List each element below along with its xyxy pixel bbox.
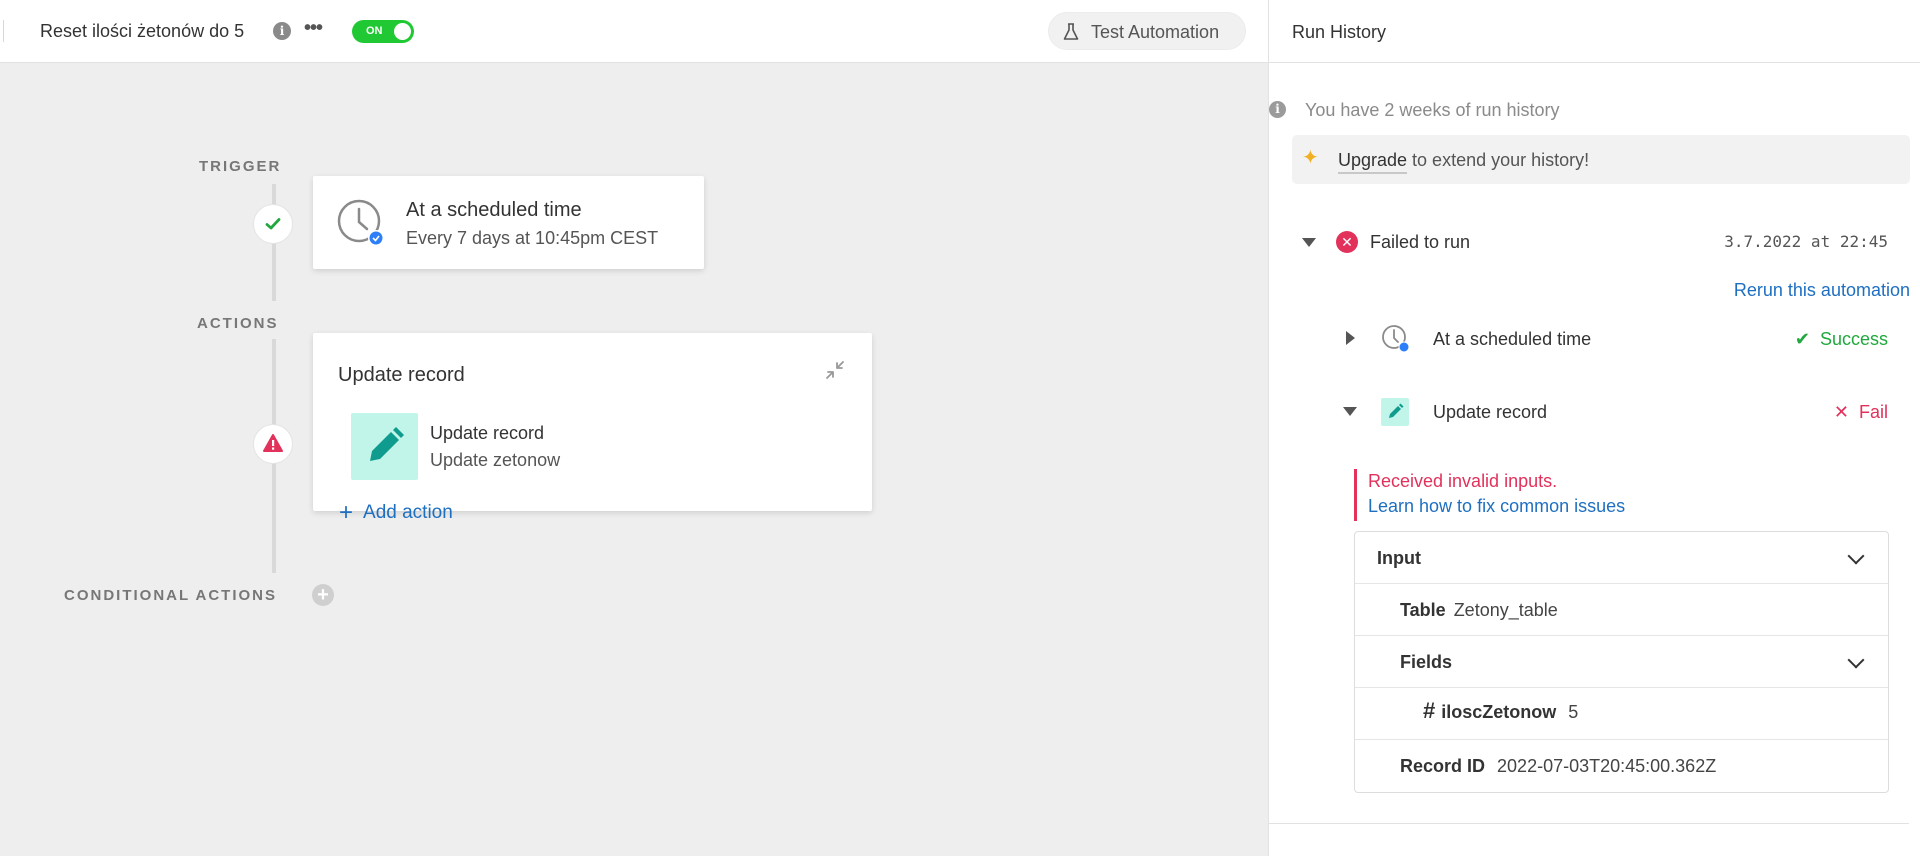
action-card-title: Update record [338, 364, 465, 386]
test-automation-label: Test Automation [1091, 22, 1220, 42]
warning-icon [263, 434, 283, 452]
record-id-row: Record ID 2022-07-03T20:45:00.362Z [1355, 740, 1888, 792]
sparkle-icon: ✦ [1302, 147, 1319, 169]
check-icon: ✔ [1794, 329, 1810, 349]
action-step-name: Update record [430, 423, 545, 443]
chevron-down-icon[interactable] [1847, 547, 1865, 565]
step-success-label: Success [1819, 329, 1888, 349]
collapse-icon[interactable] [824, 359, 846, 381]
header-divider [3, 20, 4, 42]
upgrade-rest-text: to extend your history! [1407, 150, 1590, 170]
actions-section-label: ACTIONS [197, 315, 279, 332]
pencil-icon [370, 427, 404, 461]
table-field: Table Zetony_table [1400, 599, 1558, 621]
number-hash-icon: # [1423, 698, 1436, 723]
update-record-small-tile [1381, 398, 1409, 426]
field-entry: # iloscZetonow 5 [1423, 700, 1578, 723]
upgrade-text: Upgrade to extend your history! [1338, 149, 1590, 174]
run-status[interactable]: Failed to run [1370, 231, 1470, 253]
toggle-label: ON [366, 25, 383, 37]
error-message: Received invalid inputs. [1368, 471, 1558, 491]
step-collapse-caret-icon[interactable] [1343, 407, 1357, 416]
field-value: 5 [1568, 702, 1579, 722]
action-warning-circle [253, 424, 293, 464]
run-history-title: Run History [1292, 22, 1387, 42]
automation-canvas: TRIGGER ACTIONS CONDITIONAL ACTIONS At a… [0, 63, 1268, 856]
input-header-row[interactable]: Input [1355, 532, 1888, 584]
field-value-row: # iloscZetonow 5 [1355, 688, 1888, 740]
action-card[interactable]: Update record Update record Update zeton… [313, 333, 872, 525]
fields-label: Fields [1400, 652, 1453, 672]
add-action-link[interactable]: + Add action [339, 501, 453, 525]
toggle-knob [394, 23, 411, 40]
add-action-label: Add action [363, 502, 453, 523]
run-history-header: Run History [1269, 0, 1920, 63]
trigger-status-circle [253, 204, 293, 244]
step-success-status: ✔ Success [1795, 328, 1888, 350]
plus-icon: + [339, 499, 354, 526]
history-note: i You have 2 weeks of run history [1269, 99, 1560, 121]
info-icon[interactable]: i [273, 22, 291, 40]
table-label: Table [1400, 600, 1446, 620]
table-row: Table Zetony_table [1355, 584, 1888, 636]
fields-header-row[interactable]: Fields [1355, 636, 1888, 688]
history-note-text: You have 2 weeks of run history [1305, 100, 1560, 120]
field-name: iloscZetonow [1441, 702, 1557, 722]
record-id-field: Record ID 2022-07-03T20:45:00.362Z [1400, 755, 1716, 777]
step-scheduled-label[interactable]: At a scheduled time [1433, 328, 1591, 350]
trigger-title: At a scheduled time [406, 199, 582, 221]
trigger-schedule: Every 7 days at 10:45pm CEST [406, 228, 659, 248]
pencil-icon [1389, 403, 1404, 418]
error-message-block: Received invalid inputs. Learn how to fi… [1354, 469, 1625, 521]
automation-header: Reset ilości żetonów do 5 i ••• ON Test … [0, 0, 1268, 63]
table-value: Zetony_table [1453, 600, 1558, 620]
panel-divider [1269, 823, 1909, 824]
upgrade-banner: ✦ Upgrade to extend your history! [1292, 135, 1910, 184]
clock-icon [1382, 325, 1410, 353]
record-id-value: 2022-07-03T20:45:00.362Z [1497, 756, 1717, 776]
trigger-card[interactable]: At a scheduled time Every 7 days at 10:4… [313, 176, 704, 269]
upgrade-link[interactable]: Upgrade [1338, 150, 1408, 174]
failed-x-icon: ✕ [1336, 231, 1358, 253]
update-record-tile[interactable] [351, 413, 418, 480]
automation-on-toggle[interactable]: ON [352, 20, 414, 43]
check-icon [265, 218, 281, 230]
clock-icon [337, 199, 384, 246]
input-details: Input Table Zetony_table Fields # iloscZet… [1354, 531, 1889, 793]
rerun-automation-link[interactable]: Rerun this automation [1734, 279, 1910, 301]
run-collapse-caret-icon[interactable] [1302, 238, 1316, 247]
fix-issues-link[interactable]: Learn how to fix common issues [1368, 493, 1625, 519]
step-fail-status: ✕ Fail [1834, 401, 1888, 423]
info-icon: i [1269, 101, 1286, 118]
run-history-panel: Run History i You have 2 weeks of run hi… [1268, 0, 1920, 856]
step-expand-caret-icon[interactable] [1346, 331, 1355, 345]
step-fail-label: Fail [1858, 402, 1888, 422]
automation-title[interactable]: Reset ilości żetonów do 5 [40, 20, 244, 42]
record-id-label: Record ID [1400, 756, 1486, 776]
flask-icon [1063, 23, 1079, 40]
more-options-icon[interactable]: ••• [304, 17, 323, 39]
run-timestamp: 3.7.2022 at 22:45 [1724, 232, 1888, 251]
action-step-subtitle: Update zetonow [430, 450, 561, 470]
step-update-label[interactable]: Update record [1433, 401, 1547, 423]
chevron-down-icon[interactable] [1847, 651, 1865, 669]
conditional-actions-label: CONDITIONAL ACTIONS [64, 587, 277, 604]
trigger-section-label: TRIGGER [199, 158, 282, 175]
test-automation-button[interactable]: Test Automation [1048, 12, 1246, 50]
close-icon: ✕ [1833, 402, 1849, 422]
input-header-label: Input [1377, 548, 1421, 568]
add-conditional-action-icon[interactable]: + [312, 584, 334, 606]
